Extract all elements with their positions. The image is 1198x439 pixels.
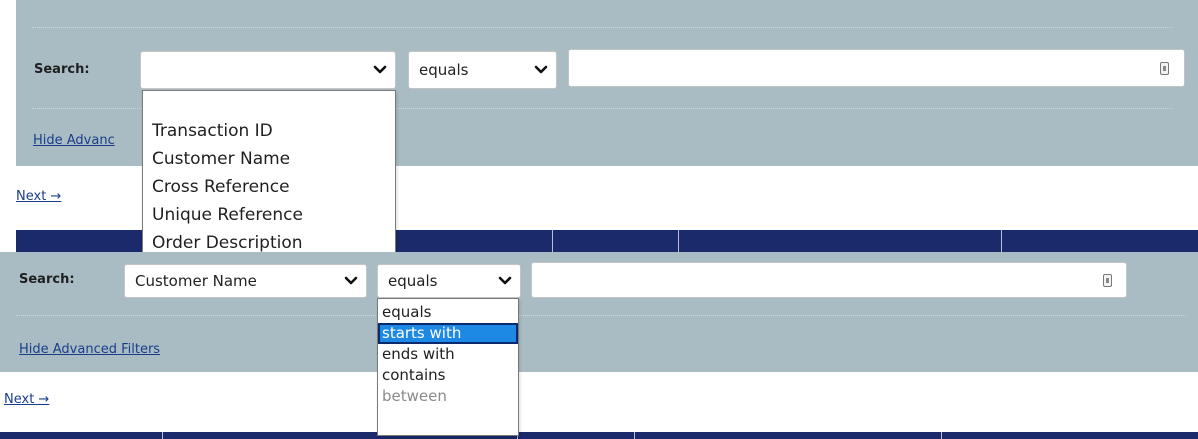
bottom-divider bbox=[16, 315, 1186, 316]
bottom-hide-advanced-filters-link[interactable]: Hide Advanced Filters bbox=[19, 342, 160, 357]
top-operator-select[interactable]: equals bbox=[408, 51, 557, 89]
bottom-field-select[interactable]: Customer Name bbox=[124, 264, 367, 298]
bottom-operator-select-value: equals bbox=[388, 272, 438, 290]
chevron-down-icon bbox=[534, 65, 548, 74]
bottom-operator-select[interactable]: equals bbox=[377, 264, 521, 298]
chevron-down-icon bbox=[373, 65, 387, 74]
bottom-operator-dropdown-list: equals starts with ends with contains be… bbox=[377, 298, 519, 436]
top-field-select[interactable] bbox=[140, 51, 396, 89]
top-field-dropdown-list: Transaction ID Customer Name Cross Refer… bbox=[142, 90, 396, 260]
chevron-down-icon bbox=[498, 276, 512, 285]
column-divider bbox=[941, 432, 942, 439]
dropdown-option-ends-with[interactable]: ends with bbox=[378, 344, 518, 365]
top-divider-1 bbox=[32, 27, 1172, 28]
column-divider bbox=[162, 432, 163, 439]
dropdown-option-equals[interactable]: equals bbox=[378, 302, 518, 323]
chevron-down-icon bbox=[344, 276, 358, 285]
top-search-label: Search: bbox=[34, 62, 90, 77]
dropdown-option-transaction-id[interactable]: Transaction ID bbox=[143, 117, 395, 145]
top-operator-select-value: equals bbox=[419, 61, 469, 79]
bottom-search-label: Search: bbox=[19, 272, 75, 287]
top-next-link[interactable]: Next → bbox=[16, 189, 61, 204]
dropdown-option-empty[interactable] bbox=[143, 91, 395, 117]
keyboard-icon[interactable] bbox=[1160, 62, 1169, 75]
dropdown-option-between: between bbox=[382, 387, 447, 405]
keyboard-icon[interactable] bbox=[1103, 274, 1112, 287]
dropdown-option-unique-reference[interactable]: Unique Reference bbox=[143, 201, 395, 229]
dropdown-option-cross-reference[interactable]: Cross Reference bbox=[143, 173, 395, 201]
top-hide-advanced-filters-link[interactable]: Hide Advanc bbox=[33, 133, 115, 148]
bottom-table-header bbox=[0, 432, 1198, 439]
dropdown-option-contains[interactable]: contains bbox=[378, 365, 518, 386]
bottom-next-link[interactable]: Next → bbox=[4, 392, 49, 407]
top-search-input[interactable] bbox=[568, 49, 1185, 87]
dropdown-option-starts-with[interactable]: starts with bbox=[378, 323, 518, 344]
bottom-field-select-value: Customer Name bbox=[135, 272, 257, 290]
bottom-search-input[interactable] bbox=[531, 262, 1127, 298]
dropdown-option-customer-name[interactable]: Customer Name bbox=[143, 145, 395, 173]
column-divider bbox=[634, 432, 635, 439]
